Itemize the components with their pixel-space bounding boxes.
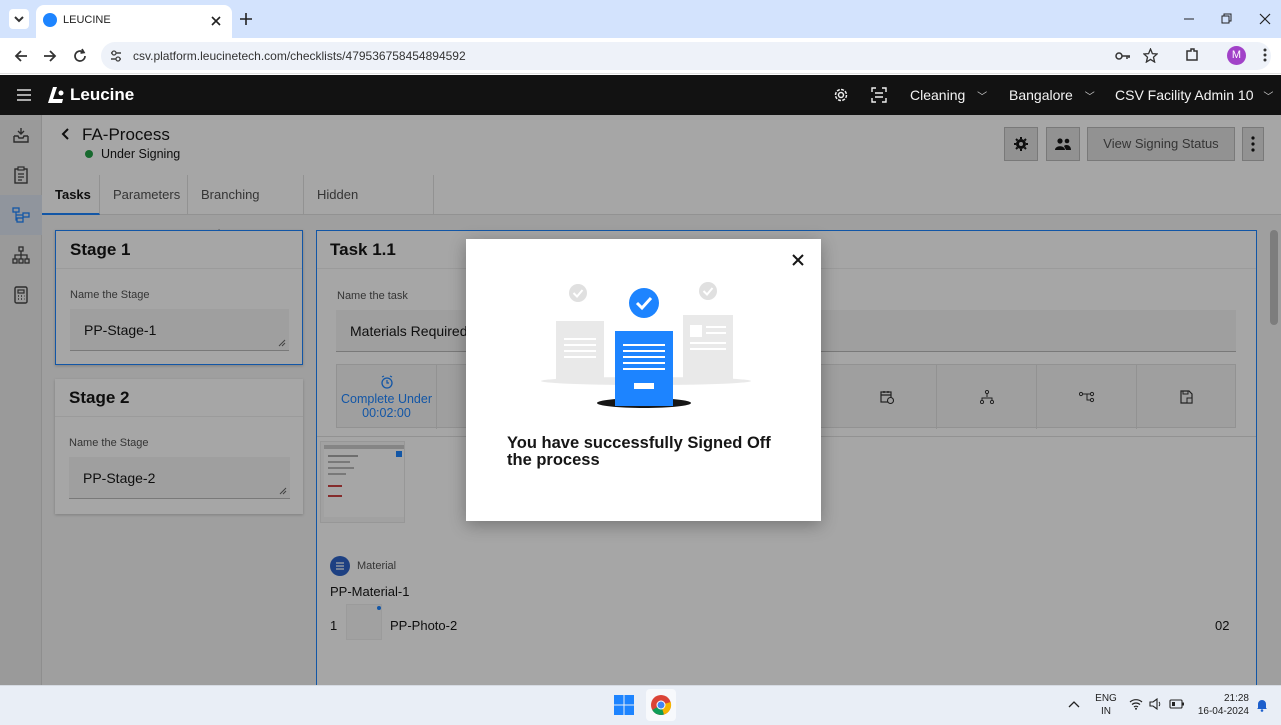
clock-time: 21:28 [1223, 693, 1249, 704]
tab-search-button[interactable] [9, 9, 29, 29]
clock-date: 16-04-2024 [1197, 706, 1249, 717]
hamburger-menu-icon[interactable] [16, 88, 32, 102]
volume-icon[interactable] [1149, 698, 1163, 710]
use-case-label: Cleaning [910, 87, 966, 103]
chevron-down-icon: ﹀ [1084, 92, 1095, 103]
browser-tab-bar: LEUCINE [0, 0, 1281, 38]
close-tab-icon[interactable] [210, 15, 222, 27]
reload-icon[interactable] [72, 48, 88, 64]
chrome-taskbar-button[interactable] [646, 689, 676, 721]
more-vert-icon[interactable] [1262, 47, 1268, 63]
browser-toolbar: csv.platform.leucinetech.com/checklists/… [0, 38, 1281, 74]
back-icon[interactable] [13, 48, 29, 64]
facility-label: Bangalore [1009, 87, 1073, 103]
app-logo-text: Leucine [70, 85, 135, 104]
signed-documents-illustration-icon [541, 282, 751, 408]
site-info-icon[interactable] [109, 49, 123, 63]
bookmark-star-icon[interactable] [1143, 48, 1158, 63]
restore-icon[interactable] [1221, 13, 1233, 25]
use-case-dropdown[interactable]: Cleaning ﹀ [910, 75, 987, 115]
profile-initial: M [1231, 49, 1242, 61]
user-dropdown[interactable]: CSV Facility Admin 10 ﹀ [1115, 75, 1273, 115]
profile-avatar[interactable]: M [1227, 46, 1246, 65]
password-key-icon[interactable] [1115, 49, 1131, 63]
windows-start-icon[interactable] [614, 695, 634, 715]
chevron-down-icon: ﹀ [1263, 92, 1274, 103]
extensions-icon[interactable] [1184, 47, 1200, 63]
battery-icon[interactable] [1169, 699, 1185, 709]
chrome-icon [651, 695, 672, 715]
app-header: Leucine Cleaning ﹀ Bangalore ﹀ CSV Facil… [0, 75, 1281, 115]
browser-tab[interactable]: LEUCINE [36, 5, 232, 38]
user-label: CSV Facility Admin 10 [1115, 87, 1254, 103]
leucine-favicon-icon [43, 13, 57, 27]
scan-icon[interactable] [871, 87, 887, 103]
tab-title: LEUCINE [63, 14, 111, 26]
minimize-icon[interactable] [1183, 13, 1195, 25]
language-region: IN [1101, 706, 1111, 717]
chevron-down-icon: ﹀ [977, 92, 988, 103]
leucine-logo-icon [48, 87, 64, 103]
language-indicator[interactable]: ENG IN [1093, 692, 1119, 718]
forward-icon[interactable] [42, 48, 58, 64]
facility-dropdown[interactable]: Bangalore ﹀ [1009, 75, 1095, 115]
url-bar[interactable]: csv.platform.leucinetech.com/checklists/… [101, 42, 1271, 70]
wifi-icon[interactable] [1129, 698, 1143, 710]
os-taskbar: ENG IN 21:28 16-04-2024 [0, 685, 1281, 725]
language-code: ENG [1095, 693, 1117, 704]
clock[interactable]: 21:28 16-04-2024 [1193, 692, 1249, 718]
success-modal: You have successfully Signed Off the pro… [466, 239, 821, 521]
settings-gear-icon[interactable] [833, 87, 849, 103]
new-tab-icon[interactable] [239, 12, 253, 26]
success-message: You have successfully Signed Off the pro… [507, 434, 771, 469]
close-modal-icon[interactable] [792, 254, 804, 266]
system-tray-chevron-icon[interactable] [1068, 700, 1080, 710]
url-text: csv.platform.leucinetech.com/checklists/… [133, 49, 466, 63]
close-window-icon[interactable] [1259, 13, 1271, 25]
notification-bell-icon[interactable] [1256, 698, 1268, 712]
chevron-down-icon [14, 16, 24, 23]
